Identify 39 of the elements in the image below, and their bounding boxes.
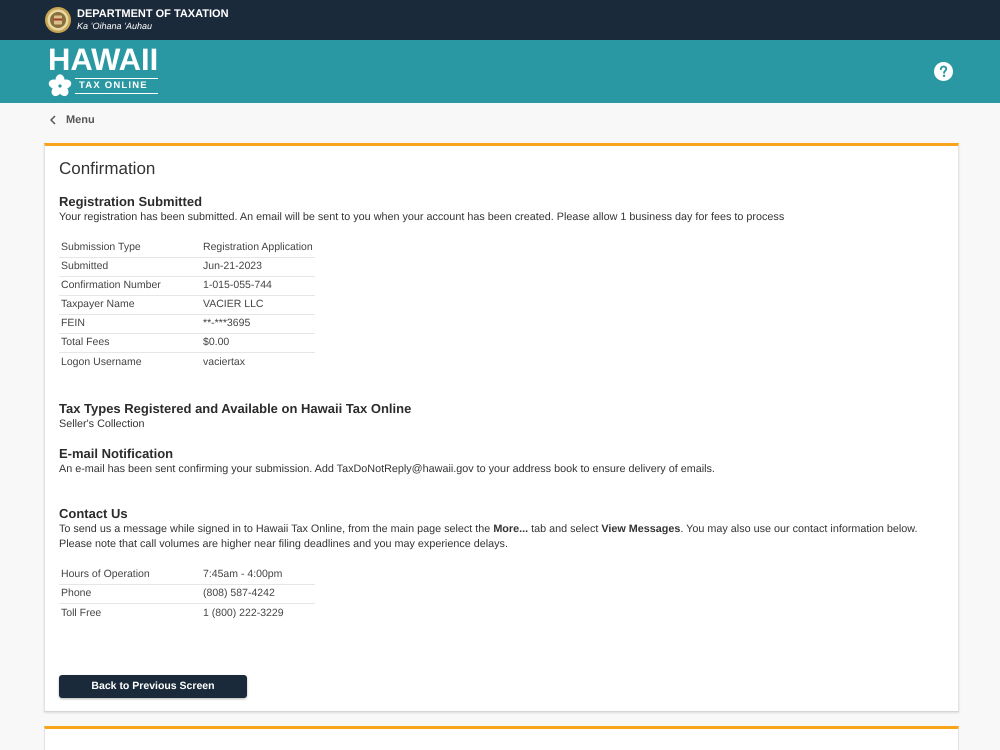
- table-value: (808) 587-4242: [203, 586, 275, 602]
- back-button[interactable]: Back to Previous Screen: [59, 675, 247, 698]
- chevron-left-icon: [50, 115, 56, 125]
- section-heading: Tax Types Registered and Available on Hawaii Tax Online: [59, 400, 412, 417]
- table-value: vaciertax: [203, 354, 246, 370]
- table-label: Submitted: [60, 259, 110, 274]
- section-text: To send us a message while signed in to Hawaii Tax Online, from the main page select the More... tab and select View Messages. You may also use our contact information below. Please note that call volumes are higher near filing deadlines and you may experience delays.: [59, 522, 918, 552]
- table-label: Hours of Operation: [60, 567, 151, 582]
- section-heading: Contact Us: [59, 505, 129, 522]
- table-label: Logon Username: [60, 354, 143, 370]
- department-name: DEPARTMENT OF TAXATION: [77, 8, 229, 21]
- table-label: Total Fees: [60, 335, 110, 350]
- section-text: An e-mail has been sent confirming your submission. Add TaxDoNotReply@hawaii.gov to your address book to ensure delivery of emails.: [59, 462, 716, 477]
- department-subtitle: Ka ʻOihana ʻAuhau: [77, 21, 154, 32]
- section-text: Seller's Collection: [59, 417, 146, 432]
- table-value: 1 (800) 222-3229: [203, 606, 284, 621]
- table-label: Phone: [60, 586, 92, 602]
- table-label: Taxpayer Name: [60, 297, 136, 312]
- table-label: FEIN: [60, 316, 86, 332]
- help-icon[interactable]: [934, 62, 953, 81]
- table-value: 7:45am - 4:00pm: [203, 567, 282, 582]
- table-value: Jun-21-2023: [203, 259, 262, 274]
- page-title: Confirmation: [59, 158, 156, 180]
- logo-title: HAWAII: [48, 45, 158, 74]
- table-value: Registration Application: [203, 240, 313, 256]
- table-label: Submission Type: [60, 240, 142, 256]
- table-label: Toll Free: [60, 606, 102, 621]
- flower-icon: [48, 74, 72, 98]
- seal-icon: [45, 7, 71, 33]
- table-value: $0.00: [203, 335, 230, 350]
- table-label: Confirmation Number: [60, 278, 162, 294]
- section-heading: Registration Submitted: [59, 193, 204, 210]
- section-heading: E-mail Notification: [59, 445, 174, 462]
- menu-back-button[interactable]: Menu: [50, 112, 95, 128]
- section-text: Your registration has been submitted. An email will be sent to you when your account has been created. Please allow 1 business day for fees to process: [59, 210, 786, 225]
- table-value: 1-015-055-744: [203, 278, 272, 294]
- logo-subtitle: TAX ONLINE: [75, 78, 158, 94]
- table-value: VACIER LLC: [203, 297, 264, 312]
- table-value: **-***3695: [203, 316, 250, 332]
